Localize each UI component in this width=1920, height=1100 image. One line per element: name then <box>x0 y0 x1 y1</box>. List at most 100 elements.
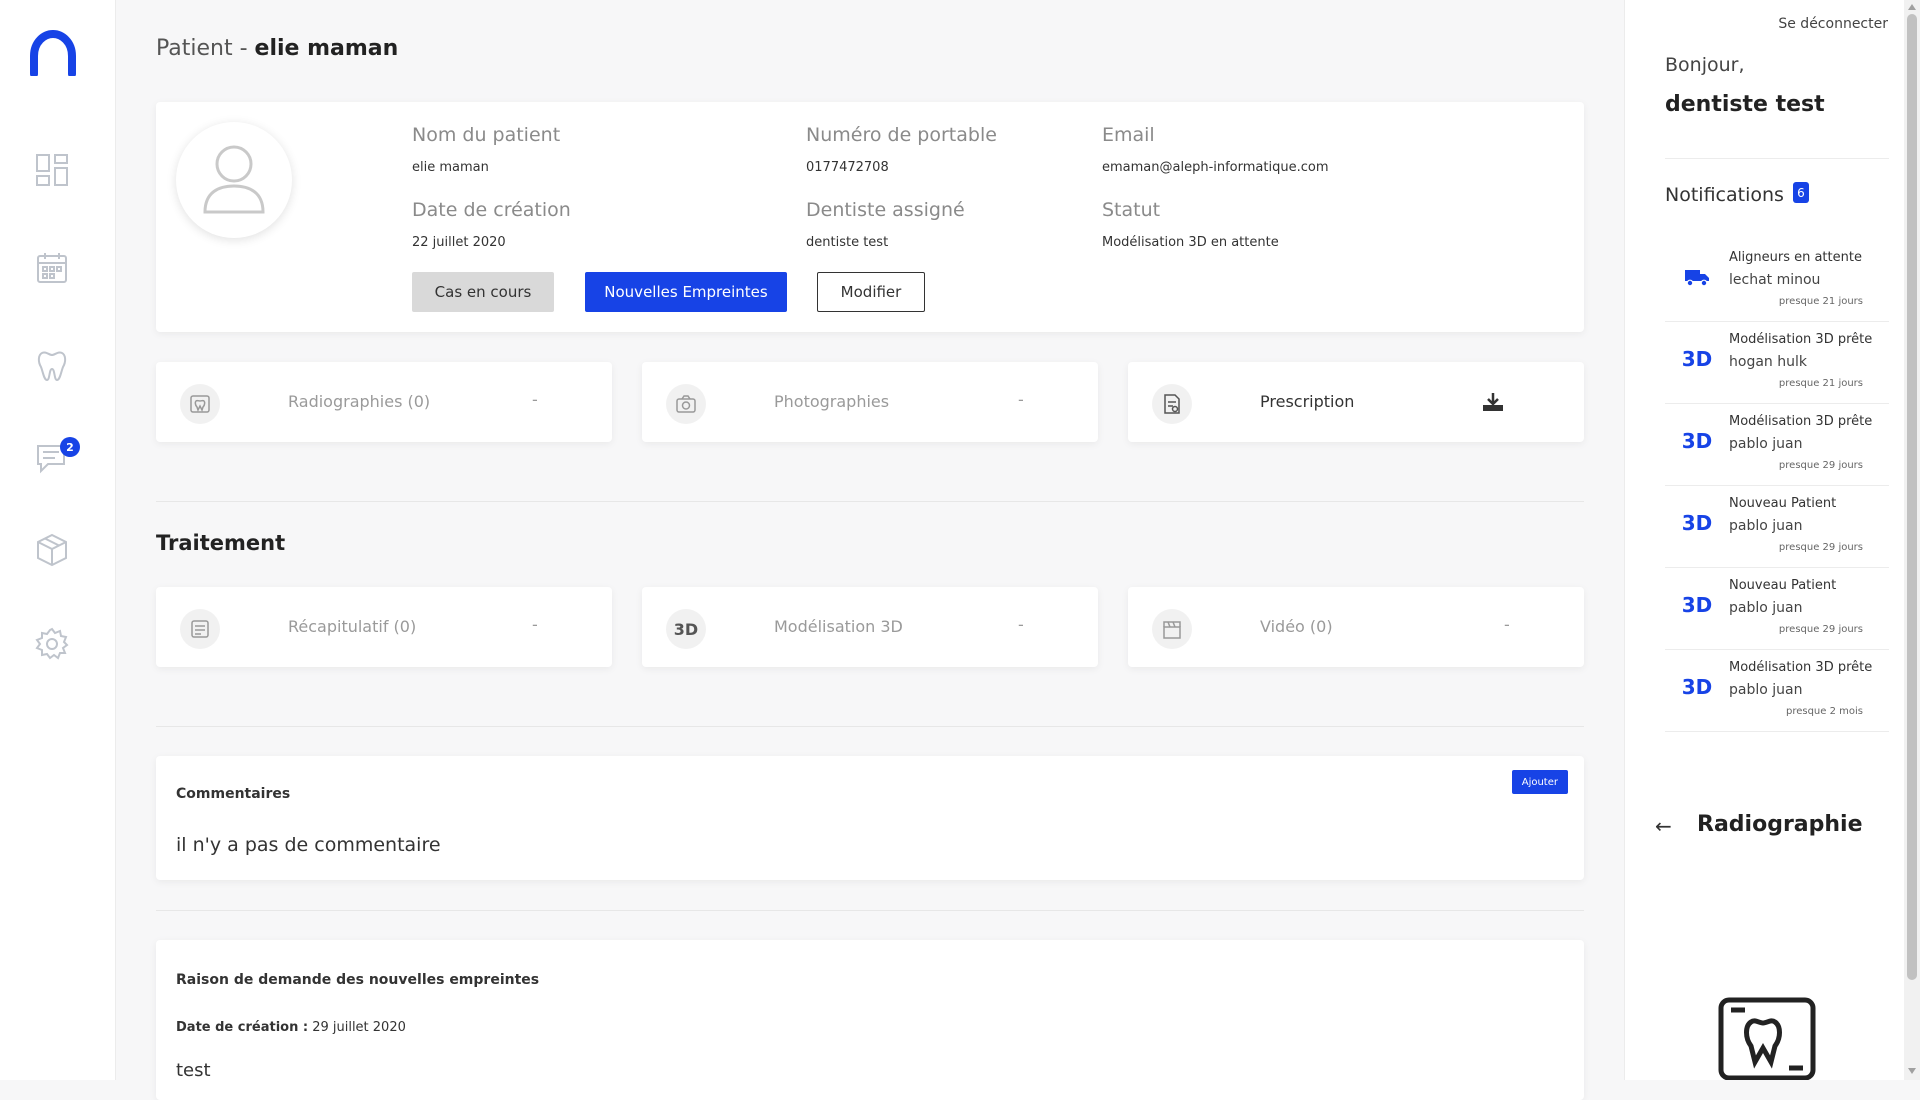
scroll-up-arrow-icon[interactable] <box>1908 4 1916 10</box>
scroll-down-arrow-icon[interactable] <box>1908 1068 1916 1074</box>
dashboard-icon[interactable] <box>34 152 70 188</box>
video-card[interactable]: Vidéo (0) - <box>1128 587 1584 667</box>
modeling-3d-icon: 3D <box>1681 347 1713 371</box>
camera-icon <box>666 384 706 424</box>
notifications-title: Notifications <box>1665 184 1784 206</box>
modeling-3d-icon: 3D <box>1681 593 1713 617</box>
dentist-value: dentiste test <box>806 235 889 250</box>
photographs-card[interactable]: Photographies - <box>642 362 1098 442</box>
creation-date-value: 22 juillet 2020 <box>412 235 506 250</box>
notification-time: presque 29 jours <box>1778 460 1863 471</box>
notification-item[interactable]: Aligneurs en attente lechat minou presqu… <box>1665 240 1889 322</box>
modeling-3d-card[interactable]: 3D Modélisation 3D - <box>642 587 1098 667</box>
comments-card: Commentaires Ajouter il n'y a pas de com… <box>156 756 1584 880</box>
edit-button[interactable]: Modifier <box>817 272 925 312</box>
radiograph-section-title: Radiographie <box>1697 812 1863 837</box>
status-value: Modélisation 3D en attente <box>1102 235 1279 250</box>
user-icon <box>203 145 265 214</box>
radiographs-label: Radiographies (0) <box>288 392 431 411</box>
patient-name-value: elie maman <box>412 160 489 175</box>
logout-link[interactable]: Se déconnecter <box>1778 16 1888 32</box>
calendar-icon[interactable] <box>34 250 70 286</box>
notification-item[interactable]: 3D Modélisation 3D prête hogan hulk pres… <box>1665 322 1889 404</box>
notification-time: presque 29 jours <box>1778 624 1863 635</box>
notification-subtitle: pablo juan <box>1729 600 1803 616</box>
comments-empty-text: il n'y a pas de commentaire <box>176 834 441 856</box>
section-divider <box>156 501 1584 502</box>
back-arrow-icon[interactable]: ← <box>1655 814 1672 838</box>
phone-label: Numéro de portable <box>806 124 997 146</box>
scroll-thumb[interactable] <box>1907 14 1917 980</box>
modeling-3d-icon: 3D <box>1681 511 1713 535</box>
notification-item[interactable]: 3D Modélisation 3D prête pablo juan pres… <box>1665 650 1889 732</box>
radiographs-dash: - <box>532 390 538 409</box>
summary-label: Récapitulatif (0) <box>288 617 417 636</box>
radiograph-icon <box>180 384 220 424</box>
reason-date: Date de création : 29 juillet 2020 <box>176 1020 406 1035</box>
prescription-label: Prescription <box>1260 392 1355 411</box>
radiographs-card[interactable]: Radiographies (0) - <box>156 362 612 442</box>
modeling-3d-dash: - <box>1018 615 1024 634</box>
section-divider <box>156 910 1584 911</box>
notification-item[interactable]: 3D Nouveau Patient pablo juan presque 29… <box>1665 568 1889 650</box>
notification-title: Modélisation 3D prête <box>1729 660 1873 675</box>
left-sidebar: 2 <box>0 0 116 1080</box>
phone-value: 0177472708 <box>806 160 889 175</box>
notification-subtitle: pablo juan <box>1729 682 1803 698</box>
prescription-card[interactable]: Prescription <box>1128 362 1584 442</box>
patient-name-label: Nom du patient <box>412 124 561 146</box>
notification-subtitle: hogan hulk <box>1729 354 1807 370</box>
messages-badge: 2 <box>60 437 80 457</box>
box-icon[interactable] <box>34 532 70 568</box>
notification-time: presque 21 jours <box>1778 378 1863 389</box>
dentist-label: Dentiste assigné <box>806 199 965 221</box>
modeling-3d-icon: 3D <box>1681 675 1713 699</box>
notification-item[interactable]: 3D Modélisation 3D prête pablo juan pres… <box>1665 404 1889 486</box>
notification-time: presque 2 mois <box>1785 706 1863 717</box>
modeling-3d-icon: 3D <box>1681 429 1713 453</box>
reason-text: test <box>176 1060 211 1081</box>
summary-dash: - <box>532 615 538 634</box>
creation-date-label: Date de création <box>412 199 571 221</box>
tooth-icon[interactable] <box>34 347 70 383</box>
section-divider <box>156 726 1584 727</box>
summary-icon <box>180 609 220 649</box>
treatment-title: Traitement <box>156 531 286 555</box>
notification-title: Aligneurs en attente <box>1729 250 1862 265</box>
clapperboard-icon <box>1152 609 1192 649</box>
gear-icon[interactable] <box>34 626 70 662</box>
reason-title: Raison de demande des nouvelles empreint… <box>176 972 540 988</box>
notification-title: Nouveau Patient <box>1729 496 1837 511</box>
prescription-icon <box>1152 384 1192 424</box>
video-dash: - <box>1504 615 1510 634</box>
modeling-3d-label: Modélisation 3D <box>774 617 903 636</box>
notification-subtitle: pablo juan <box>1729 436 1803 452</box>
email-value: emaman@aleph-informatique.com <box>1102 160 1329 175</box>
patient-name-title: elie maman <box>254 36 399 61</box>
avatar <box>176 122 292 238</box>
page-title: Patient - elie maman <box>156 36 399 61</box>
new-impressions-button[interactable]: Nouvelles Empreintes <box>585 272 787 312</box>
photographs-label: Photographies <box>774 392 890 411</box>
cases-in-progress-button[interactable]: Cas en cours <box>412 272 554 312</box>
truck-icon <box>1679 262 1715 292</box>
download-icon[interactable] <box>1482 392 1504 412</box>
notification-item[interactable]: 3D Nouveau Patient pablo juan presque 29… <box>1665 486 1889 568</box>
user-name: dentiste test <box>1665 92 1825 117</box>
notification-title: Modélisation 3D prête <box>1729 332 1873 347</box>
right-panel: Se déconnecter Bonjour, dentiste test No… <box>1624 0 1904 1080</box>
reason-card: Raison de demande des nouvelles empreint… <box>156 940 1584 1100</box>
photographs-dash: - <box>1018 390 1024 409</box>
add-comment-button[interactable]: Ajouter <box>1511 770 1568 794</box>
status-label: Statut <box>1102 199 1161 221</box>
greeting: Bonjour, <box>1665 54 1745 76</box>
page-scrollbar[interactable] <box>1904 0 1920 1080</box>
modeling-3d-icon: 3D <box>666 609 706 649</box>
comments-title: Commentaires <box>176 786 291 802</box>
email-label: Email <box>1102 124 1155 146</box>
notifications-count-badge: 6 <box>1793 182 1809 203</box>
app-logo[interactable] <box>28 30 78 76</box>
notification-title: Nouveau Patient <box>1729 578 1837 593</box>
main-content: Patient - elie maman Nom du patient elie… <box>116 0 1624 1100</box>
summary-card[interactable]: Récapitulatif (0) - <box>156 587 612 667</box>
